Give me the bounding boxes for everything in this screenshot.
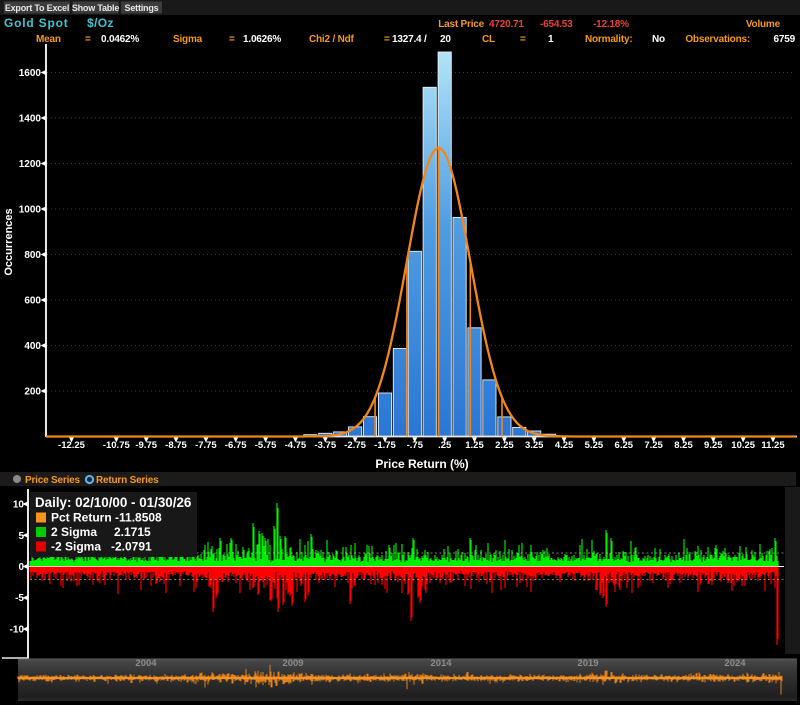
svg-text:4.25: 4.25 (555, 440, 574, 451)
svg-text:Chi2 / Ndf: Chi2 / Ndf (309, 34, 355, 45)
svg-text:0.0462%: 0.0462% (101, 34, 139, 45)
svg-text:-654.53: -654.53 (540, 19, 573, 30)
svg-text:5: 5 (18, 531, 24, 542)
svg-text:-4.75: -4.75 (285, 440, 307, 451)
svg-text:-12.25: -12.25 (58, 440, 86, 451)
svg-text:$/Oz: $/Oz (87, 16, 114, 30)
svg-text:1200: 1200 (19, 159, 42, 170)
svg-text:4720.71: 4720.71 (489, 19, 524, 30)
svg-text:-12.18%: -12.18% (593, 19, 629, 30)
svg-text:2004: 2004 (135, 658, 157, 669)
svg-text:Show Table: Show Table (72, 3, 120, 13)
svg-text:11.25: 11.25 (761, 440, 785, 451)
svg-text:Gold Spot: Gold Spot (4, 16, 69, 30)
svg-text:=: = (229, 34, 235, 45)
svg-text:1: 1 (548, 34, 554, 45)
svg-text:1327.4 /: 1327.4 / (392, 34, 427, 45)
svg-text:20: 20 (440, 34, 451, 45)
svg-text:400: 400 (24, 341, 41, 352)
svg-text:2014: 2014 (430, 658, 452, 669)
svg-text:-2.0791: -2.0791 (111, 540, 152, 554)
svg-text:Occurrences: Occurrences (3, 208, 15, 275)
svg-text:-8.75: -8.75 (165, 440, 187, 451)
svg-text:=: = (384, 34, 390, 45)
svg-text:2.1715: 2.1715 (114, 525, 151, 539)
svg-text:Price Series: Price Series (25, 475, 81, 486)
svg-text:-7.75: -7.75 (195, 440, 217, 451)
svg-text:=: = (520, 34, 526, 45)
svg-text:7.25: 7.25 (644, 440, 663, 451)
svg-text:Volume: Volume (746, 19, 781, 30)
svg-text:Settings: Settings (125, 3, 159, 13)
svg-text:2024: 2024 (724, 658, 746, 669)
svg-text:1.0626%: 1.0626% (243, 34, 281, 45)
svg-text:600: 600 (24, 296, 41, 307)
svg-text:Observations:: Observations: (685, 34, 750, 45)
svg-text:Export To Excel: Export To Excel (5, 3, 69, 13)
svg-text:1400: 1400 (19, 114, 42, 125)
svg-text:0: 0 (18, 562, 24, 573)
svg-text:No: No (652, 34, 665, 45)
svg-text:10.25: 10.25 (731, 440, 755, 451)
svg-text:-10.75: -10.75 (103, 440, 131, 451)
svg-text:1.25: 1.25 (465, 440, 484, 451)
svg-text:CL: CL (482, 34, 495, 45)
svg-text:-3.75: -3.75 (314, 440, 336, 451)
svg-text:1600: 1600 (19, 68, 42, 79)
svg-text:-.75: -.75 (407, 440, 424, 451)
svg-text:-9.75: -9.75 (135, 440, 157, 451)
svg-text:800: 800 (24, 250, 41, 261)
svg-text:Pct Return -11.8508: Pct Return -11.8508 (51, 511, 162, 525)
svg-text:-2.75: -2.75 (344, 440, 366, 451)
svg-text:2009: 2009 (282, 658, 303, 669)
svg-text:200: 200 (24, 387, 41, 398)
svg-text:=: = (85, 34, 91, 45)
svg-text:-5.75: -5.75 (255, 440, 277, 451)
svg-text:2019: 2019 (577, 658, 598, 669)
svg-text:Mean: Mean (36, 34, 61, 45)
svg-text:1000: 1000 (19, 205, 42, 216)
svg-text:8.25: 8.25 (674, 440, 693, 451)
svg-text:Return Series: Return Series (96, 475, 159, 486)
svg-text:Last Price: Last Price (438, 19, 484, 30)
svg-text:9.25: 9.25 (704, 440, 723, 451)
svg-text:.25: .25 (438, 440, 452, 451)
svg-text:-10: -10 (10, 625, 25, 636)
svg-text:Normality:: Normality: (585, 34, 632, 45)
svg-text:-6.75: -6.75 (225, 440, 247, 451)
svg-text:-2 Sigma: -2 Sigma (51, 540, 101, 554)
svg-text:3.25: 3.25 (525, 440, 544, 451)
svg-text:Sigma: Sigma (173, 34, 203, 45)
svg-text:2.25: 2.25 (495, 440, 514, 451)
svg-text:6759: 6759 (774, 34, 796, 45)
svg-text:Price Return (%): Price Return (%) (375, 457, 468, 471)
svg-text:-1.75: -1.75 (374, 440, 396, 451)
svg-text:2 Sigma: 2 Sigma (51, 525, 97, 539)
svg-text:6.25: 6.25 (615, 440, 634, 451)
svg-text:10: 10 (13, 500, 25, 511)
svg-text:-5: -5 (15, 593, 24, 604)
svg-text:5.25: 5.25 (585, 440, 604, 451)
svg-text:Daily: 02/10/00 - 01/30/26: Daily: 02/10/00 - 01/30/26 (35, 495, 191, 510)
